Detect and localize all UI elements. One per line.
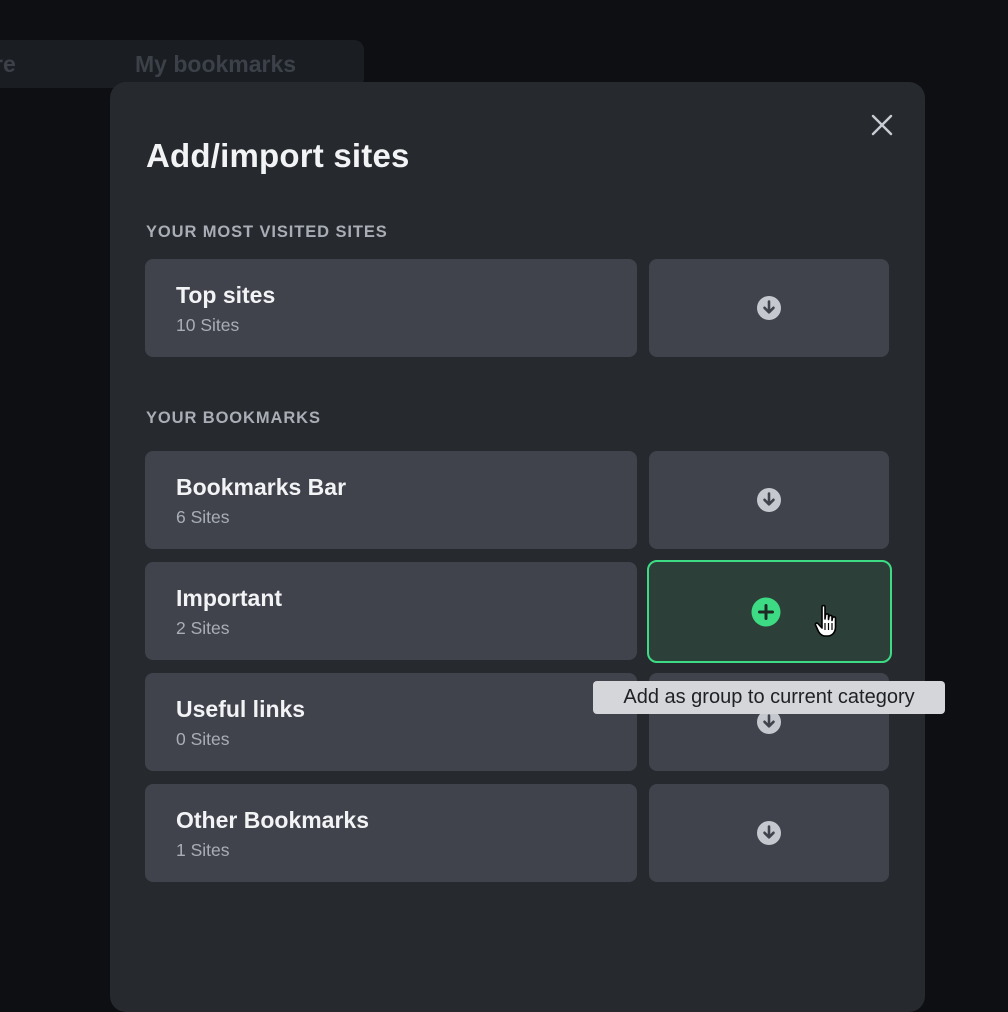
list-item-count: 10 Sites — [176, 315, 240, 335]
list-item-count: 1 Sites — [176, 840, 230, 860]
list-item-title: Useful links — [176, 696, 306, 722]
list-item-top-sites[interactable]: Top sites 10 Sites — [145, 259, 637, 357]
import-button-other-bookmarks[interactable] — [649, 784, 889, 882]
plus-circle-icon — [751, 597, 781, 626]
list-item-bookmarks-bar[interactable]: Bookmarks Bar 6 Sites — [145, 451, 637, 549]
list-item-useful-links[interactable]: Useful links 0 Sites — [145, 673, 637, 771]
section-label-bookmarks: YOUR BOOKMARKS — [146, 409, 321, 427]
arrow-down-circle-icon — [757, 821, 781, 845]
background-tab-my-bookmarks: My bookmarks — [135, 51, 297, 77]
list-item-count: 6 Sites — [176, 507, 230, 527]
hand-pointer-icon — [814, 604, 837, 637]
tooltip: Add as group to current category — [593, 681, 945, 714]
close-button[interactable] — [863, 106, 901, 144]
list-item-title: Other Bookmarks — [176, 807, 370, 833]
dialog-title: Add/import sites — [146, 137, 410, 174]
arrow-down-circle-icon — [757, 488, 781, 512]
add-group-button-important[interactable] — [647, 560, 892, 663]
list-item-important[interactable]: Important 2 Sites — [145, 562, 637, 660]
list-item-other-bookmarks[interactable]: Other Bookmarks 1 Sites — [145, 784, 637, 882]
list-item-title: Bookmarks Bar — [176, 474, 347, 500]
close-icon — [871, 114, 893, 136]
list-item-count: 0 Sites — [176, 729, 230, 749]
import-button-bookmarks-bar[interactable] — [649, 451, 889, 549]
list-item-count: 2 Sites — [176, 618, 230, 638]
list-item-title: Important — [176, 585, 283, 611]
background-tab: re — [0, 51, 16, 77]
arrow-down-circle-icon — [757, 296, 781, 320]
section-label-most-visited: YOUR MOST VISITED SITES — [146, 223, 388, 241]
list-item-title: Top sites — [176, 282, 276, 308]
import-button-top-sites[interactable] — [649, 259, 889, 357]
